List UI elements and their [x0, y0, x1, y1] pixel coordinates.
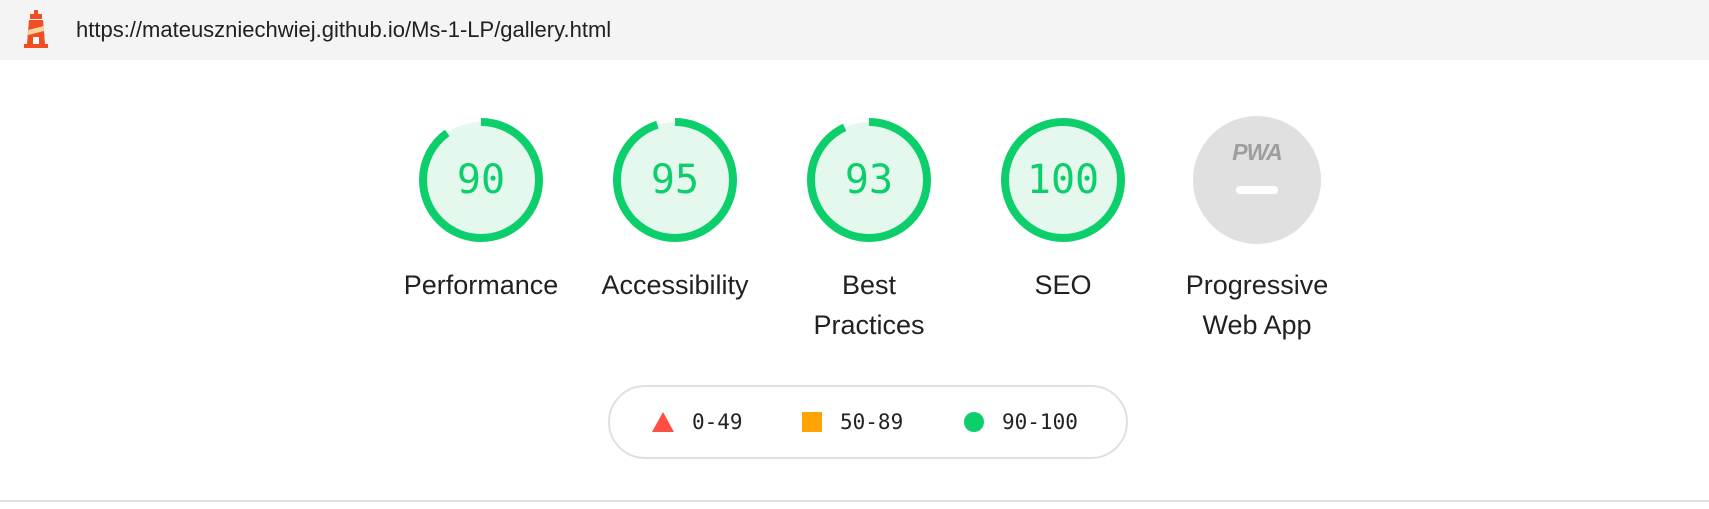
gauge-best-practices[interactable]: 93 Best Practices [769, 115, 969, 345]
legend-range: 90-100 [1002, 410, 1078, 434]
gauge-performance[interactable]: 90 Performance [381, 115, 581, 305]
gauge-label: Best Practices [813, 270, 925, 340]
pwa-badge-icon [1193, 116, 1321, 244]
gauge-seo[interactable]: 100 SEO [963, 115, 1163, 305]
gauge-label: SEO [1034, 270, 1092, 300]
score-legend: 0-49 50-89 90-100 [608, 385, 1128, 459]
legend-item-pass: 90-100 [964, 387, 1078, 457]
report-header: https://mateuszniechwiej.github.io/Ms-1-… [0, 0, 1709, 60]
gauge-label: Performance [403, 270, 559, 300]
legend-item-fail: 0-49 [652, 387, 743, 457]
gauge-score: 100 [1026, 157, 1100, 203]
legend-range: 50-89 [840, 410, 904, 434]
divider [0, 500, 1709, 502]
gauge-pwa[interactable]: PWA Progressive Web App [1157, 115, 1357, 345]
page-url[interactable]: https://mateuszniechwiej.github.io/Ms-1-… [76, 15, 611, 45]
gauge-score: 90 [456, 157, 506, 203]
gauge-label: Progressive Web App [1185, 270, 1329, 340]
legend-range: 0-49 [692, 410, 743, 434]
legend-item-average: 50-89 [802, 387, 903, 457]
gauge-score: 93 [844, 157, 894, 203]
gauge-label: Accessibility [601, 270, 749, 300]
lighthouse-icon [24, 10, 48, 48]
square-icon [802, 412, 822, 432]
gauge-score: 95 [650, 157, 700, 203]
pwa-badge-text: PWA [1232, 139, 1282, 165]
gauge-accessibility[interactable]: 95 Accessibility [575, 115, 775, 305]
triangle-icon [652, 412, 674, 432]
circle-icon [964, 412, 984, 432]
